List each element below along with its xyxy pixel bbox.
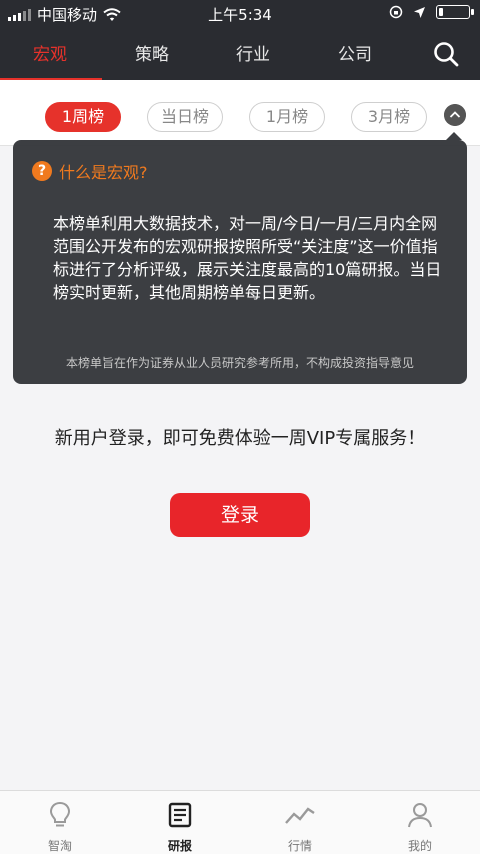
status-bar: 中国移动 上午5:34: [0, 0, 480, 28]
popover-disclaimer: 本榜单旨在作为证券从业人员研究参考所用，不构成投资指导意见: [65, 356, 414, 370]
info-popover: ? 什么是宏观? 本榜单利用大数据技术，对一周/今日/一月/三月内全网范围公开发…: [13, 140, 467, 384]
location-icon: [414, 6, 425, 18]
tab-industry[interactable]: 行业: [236, 40, 270, 65]
tab-label: 行情: [287, 839, 312, 853]
user-icon: [408, 803, 432, 828]
login-button[interactable]: 登录: [170, 493, 310, 537]
battery-icon: [436, 5, 474, 19]
tab-label: 智淘: [47, 839, 72, 853]
report-icon: [168, 802, 192, 828]
tab-macro[interactable]: 宏观: [33, 40, 67, 65]
popover-title: 什么是宏观?: [59, 163, 148, 182]
chevron-up-icon[interactable]: [444, 104, 466, 126]
bottom-tab-bar: 智淘 研报 行情 我的: [0, 790, 480, 854]
trend-icon: [285, 807, 315, 824]
vip-promo-text: 新用户登录，即可免费体验一周VIP专属服务！: [54, 428, 426, 449]
battery-fill: [439, 8, 443, 16]
tab-zhitao[interactable]: 智淘: [0, 791, 120, 854]
tab-mine[interactable]: 我的: [360, 791, 480, 854]
question-icon: ?: [32, 161, 52, 181]
tab-company[interactable]: 公司: [338, 40, 372, 65]
tab-strategy[interactable]: 策略: [135, 40, 169, 65]
top-nav: 宏观 策略 行业 公司: [0, 28, 480, 80]
popover-arrow: [446, 132, 462, 140]
filter-3month[interactable]: 3月榜: [351, 102, 427, 132]
tab-label: 我的: [407, 839, 432, 853]
filter-week[interactable]: 1周榜: [45, 102, 121, 132]
tab-label: 研报: [167, 839, 192, 853]
filter-today[interactable]: 当日榜: [147, 102, 223, 132]
tab-market[interactable]: 行情: [240, 791, 360, 854]
tab-reports[interactable]: 研报: [120, 791, 240, 854]
lightbulb-icon: [49, 801, 71, 827]
search-icon[interactable]: [432, 40, 460, 68]
orientation-lock-icon: [389, 5, 403, 19]
filter-month[interactable]: 1月榜: [249, 102, 325, 132]
ranking-filter-bar: 1周榜 当日榜 1月榜 3月榜: [0, 80, 480, 146]
popover-body: 本榜单利用大数据技术，对一周/今日/一月/三月内全网范围公开发布的宏观研报按照所…: [53, 214, 442, 302]
